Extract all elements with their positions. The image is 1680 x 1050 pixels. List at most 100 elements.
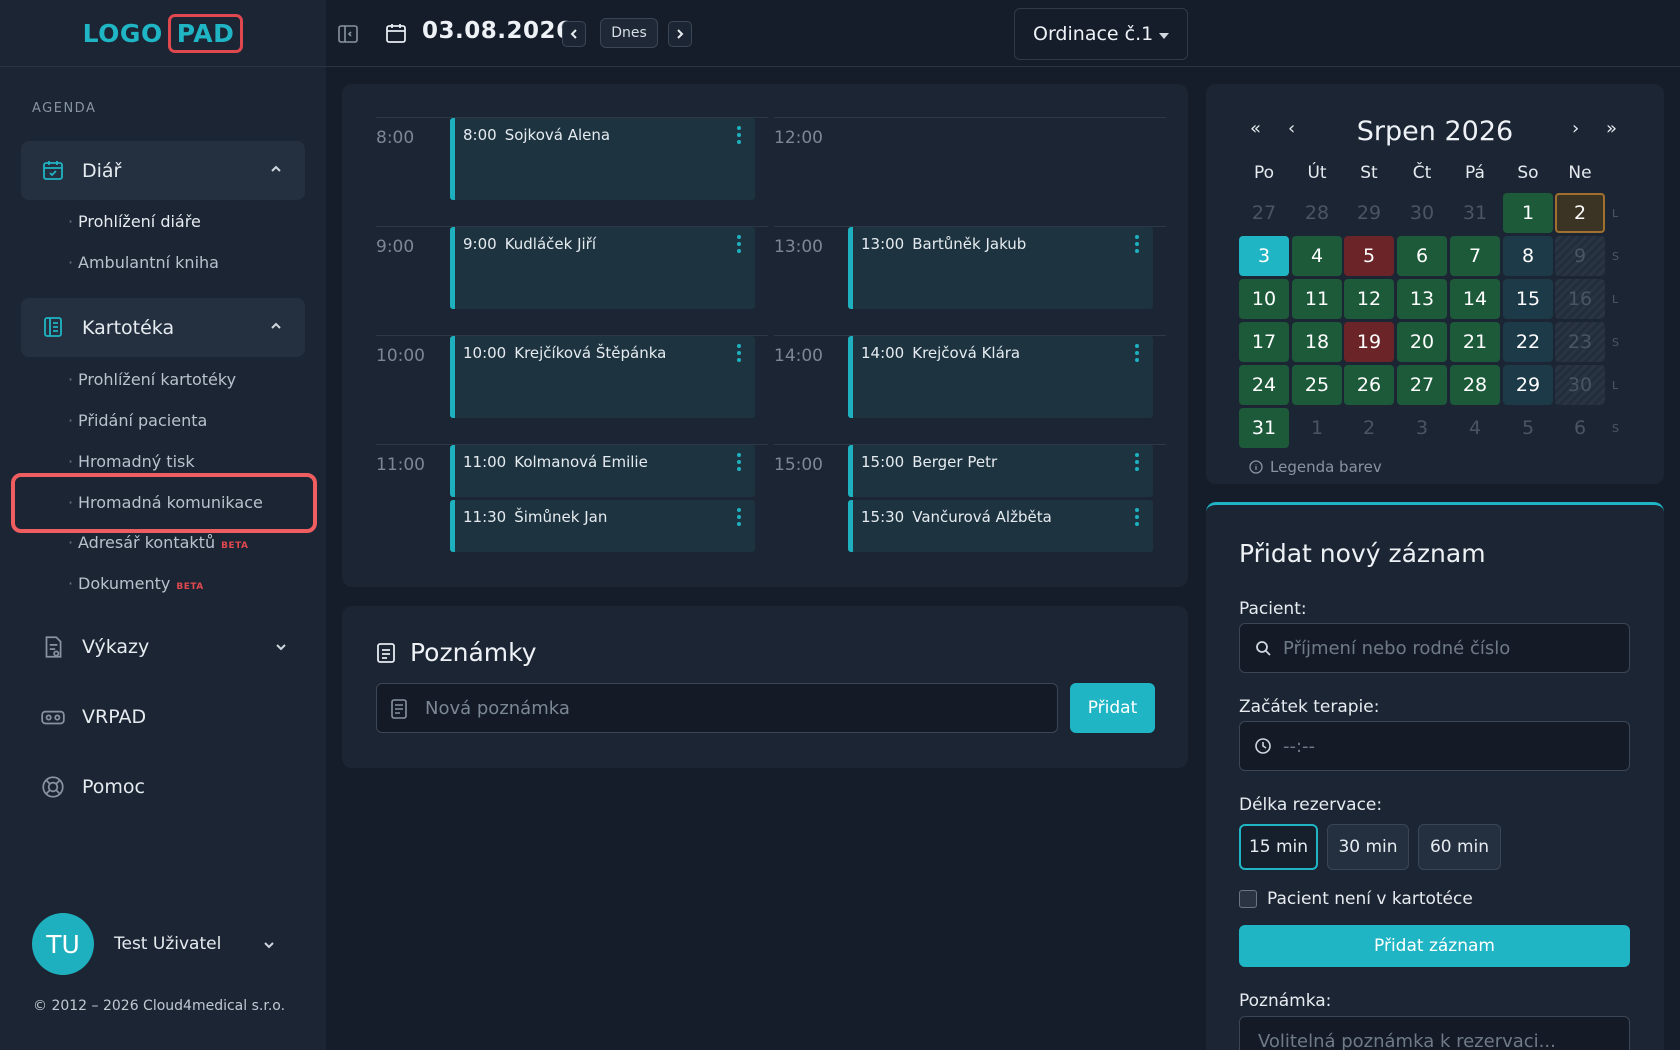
calendar-day[interactable]: 31: [1239, 408, 1289, 448]
calendar-day[interactable]: 6: [1397, 236, 1447, 276]
calendar-day[interactable]: 7: [1450, 236, 1500, 276]
calendar-day[interactable]: 29: [1344, 193, 1394, 233]
calendar-day[interactable]: 16: [1555, 279, 1605, 319]
calendar-day[interactable]: 3: [1397, 408, 1447, 448]
time-slot[interactable]: 11:00 11:00 Kolmanová Emilie 11:30 Šimůnek…: [376, 444, 768, 554]
today-button[interactable]: Dnes: [600, 18, 658, 48]
appointment-card[interactable]: 15:30 Vančurová Alžběta: [848, 500, 1153, 552]
calendar-day[interactable]: 12: [1344, 279, 1394, 319]
sidebar-group-kartoteka[interactable]: Kartotéka: [21, 298, 305, 357]
sidebar-item-vrpad[interactable]: VRPAD: [40, 704, 146, 730]
calendar-day-selected[interactable]: 3: [1239, 236, 1289, 276]
more-icon[interactable]: [737, 508, 741, 526]
more-icon[interactable]: [737, 126, 741, 144]
calendar-day[interactable]: 4: [1450, 408, 1500, 448]
duration-30-button[interactable]: 30 min: [1327, 824, 1409, 870]
calendar-day[interactable]: 31: [1450, 193, 1500, 233]
calendar-day[interactable]: 30: [1397, 193, 1447, 233]
sidebar-item-hromadny-tisk[interactable]: Hromadný tisk: [68, 452, 195, 471]
sidebar-item-ambulantni-kniha[interactable]: Ambulantní kniha: [68, 253, 219, 272]
prev-day-button[interactable]: [562, 21, 586, 47]
sidebar-item-prohlizeni-kartoteky[interactable]: Prohlížení kartotéky: [68, 370, 236, 389]
time-slot[interactable]: 10:00 10:00 Krejčíková Štěpánka: [376, 335, 768, 445]
add-record-button[interactable]: Přidat záznam: [1239, 925, 1630, 967]
more-icon[interactable]: [737, 453, 741, 471]
more-icon[interactable]: [1135, 235, 1139, 253]
checkbox-box[interactable]: [1239, 890, 1257, 908]
not-in-registry-checkbox[interactable]: Pacient není v kartotéce: [1239, 889, 1473, 909]
user-menu[interactable]: TU Test Uživatel: [32, 913, 274, 975]
sidebar-item-pomoc[interactable]: Pomoc: [40, 774, 145, 800]
appointment-card[interactable]: 9:00 Kudláček Jiří: [450, 227, 755, 309]
sidebar-item-vykazy[interactable]: Výkazy: [40, 634, 286, 660]
calendar-day[interactable]: 15: [1503, 279, 1553, 319]
sidebar-item-pridani-pacienta[interactable]: Přidání pacienta: [68, 411, 207, 430]
duration-60-button[interactable]: 60 min: [1418, 824, 1501, 870]
next-day-button[interactable]: [668, 21, 692, 47]
calendar-day[interactable]: 23: [1555, 322, 1605, 362]
calendar-day[interactable]: 24: [1239, 365, 1289, 405]
color-legend-link[interactable]: Legenda barev: [1249, 458, 1382, 476]
calendar-day[interactable]: 17: [1239, 322, 1289, 362]
reservation-note-input[interactable]: Volitelná poznámka k rezervaci...: [1239, 1016, 1630, 1050]
calendar-day[interactable]: 2: [1344, 408, 1394, 448]
calendar-day[interactable]: 29: [1503, 365, 1553, 405]
calendar-day[interactable]: 28: [1450, 365, 1500, 405]
new-note-input[interactable]: Nová poznámka: [376, 683, 1058, 733]
appointment-card[interactable]: 8:00 Sojková Alena: [450, 118, 755, 200]
calendar-day[interactable]: 9: [1555, 236, 1605, 276]
office-select[interactable]: Ordinace č.1: [1014, 8, 1188, 60]
more-icon[interactable]: [1135, 453, 1139, 471]
calendar-day[interactable]: 5: [1344, 236, 1394, 276]
calendar-day[interactable]: 11: [1292, 279, 1342, 319]
logo[interactable]: LOGO PAD: [83, 13, 244, 53]
sidebar-toggle-icon[interactable]: [336, 22, 360, 46]
next-month-button[interactable]: ›: [1572, 118, 1579, 139]
calendar-day[interactable]: 25: [1292, 365, 1342, 405]
time-slot[interactable]: 13:00 13:00 Bartůněk Jakub: [774, 226, 1166, 336]
appointment-card[interactable]: 13:00 Bartůněk Jakub: [848, 227, 1153, 309]
calendar-day[interactable]: 27: [1397, 365, 1447, 405]
more-icon[interactable]: [737, 235, 741, 253]
sidebar-item-dokumenty[interactable]: Dokumenty BETA: [68, 574, 204, 593]
appointment-card[interactable]: 11:30 Šimůnek Jan: [450, 500, 755, 552]
duration-15-button[interactable]: 15 min: [1239, 824, 1318, 870]
calendar-day[interactable]: 22: [1503, 322, 1553, 362]
time-slot[interactable]: 14:00 14:00 Krejčová Klára: [774, 335, 1166, 445]
calendar-day[interactable]: 6: [1555, 408, 1605, 448]
calendar-day[interactable]: 4: [1292, 236, 1342, 276]
calendar-day[interactable]: 14: [1450, 279, 1500, 319]
more-icon[interactable]: [1135, 508, 1139, 526]
calendar-day[interactable]: 27: [1239, 193, 1289, 233]
sidebar-group-diar[interactable]: Diář: [21, 141, 305, 200]
calendar-day[interactable]: 19: [1344, 322, 1394, 362]
appointment-card[interactable]: 10:00 Krejčíková Štěpánka: [450, 336, 755, 418]
time-slot[interactable]: 15:00 15:00 Berger Petr 15:30 Vančurová Al…: [774, 444, 1166, 554]
sidebar-item-prohlizeni-diare[interactable]: Prohlížení diáře: [68, 212, 201, 231]
calendar-day[interactable]: 20: [1397, 322, 1447, 362]
current-date[interactable]: 03.08.2026: [422, 18, 573, 44]
calendar-day[interactable]: 8: [1503, 236, 1553, 276]
calendar-day[interactable]: 30: [1555, 365, 1605, 405]
time-slot[interactable]: 8:00 8:00 Sojková Alena: [376, 117, 768, 227]
calendar-day[interactable]: 18: [1292, 322, 1342, 362]
calendar-day[interactable]: 26: [1344, 365, 1394, 405]
appointment-card[interactable]: 11:00 Kolmanová Emilie: [450, 445, 755, 497]
calendar-day[interactable]: 1: [1292, 408, 1342, 448]
calendar-day[interactable]: 21: [1450, 322, 1500, 362]
calendar-day[interactable]: 5: [1503, 408, 1553, 448]
start-time-input[interactable]: --:--: [1239, 721, 1630, 771]
sidebar-item-adresar-kontaktu[interactable]: Adresář kontaktů BETA: [68, 533, 249, 552]
calendar-day[interactable]: 1: [1503, 193, 1553, 233]
time-slot[interactable]: 9:00 9:00 Kudláček Jiří: [376, 226, 768, 336]
patient-search-input[interactable]: Příjmení nebo rodné číslo: [1239, 623, 1630, 673]
calendar-day[interactable]: 28: [1292, 193, 1342, 233]
time-slot[interactable]: 12:00: [774, 117, 1166, 227]
calendar-day[interactable]: 10: [1239, 279, 1289, 319]
add-note-button[interactable]: Přidat: [1070, 683, 1155, 733]
next-year-button[interactable]: »: [1606, 118, 1617, 139]
appointment-card[interactable]: 14:00 Krejčová Klára: [848, 336, 1153, 418]
more-icon[interactable]: [1135, 344, 1139, 362]
calendar-day[interactable]: 2: [1555, 193, 1605, 233]
calendar-day[interactable]: 13: [1397, 279, 1447, 319]
